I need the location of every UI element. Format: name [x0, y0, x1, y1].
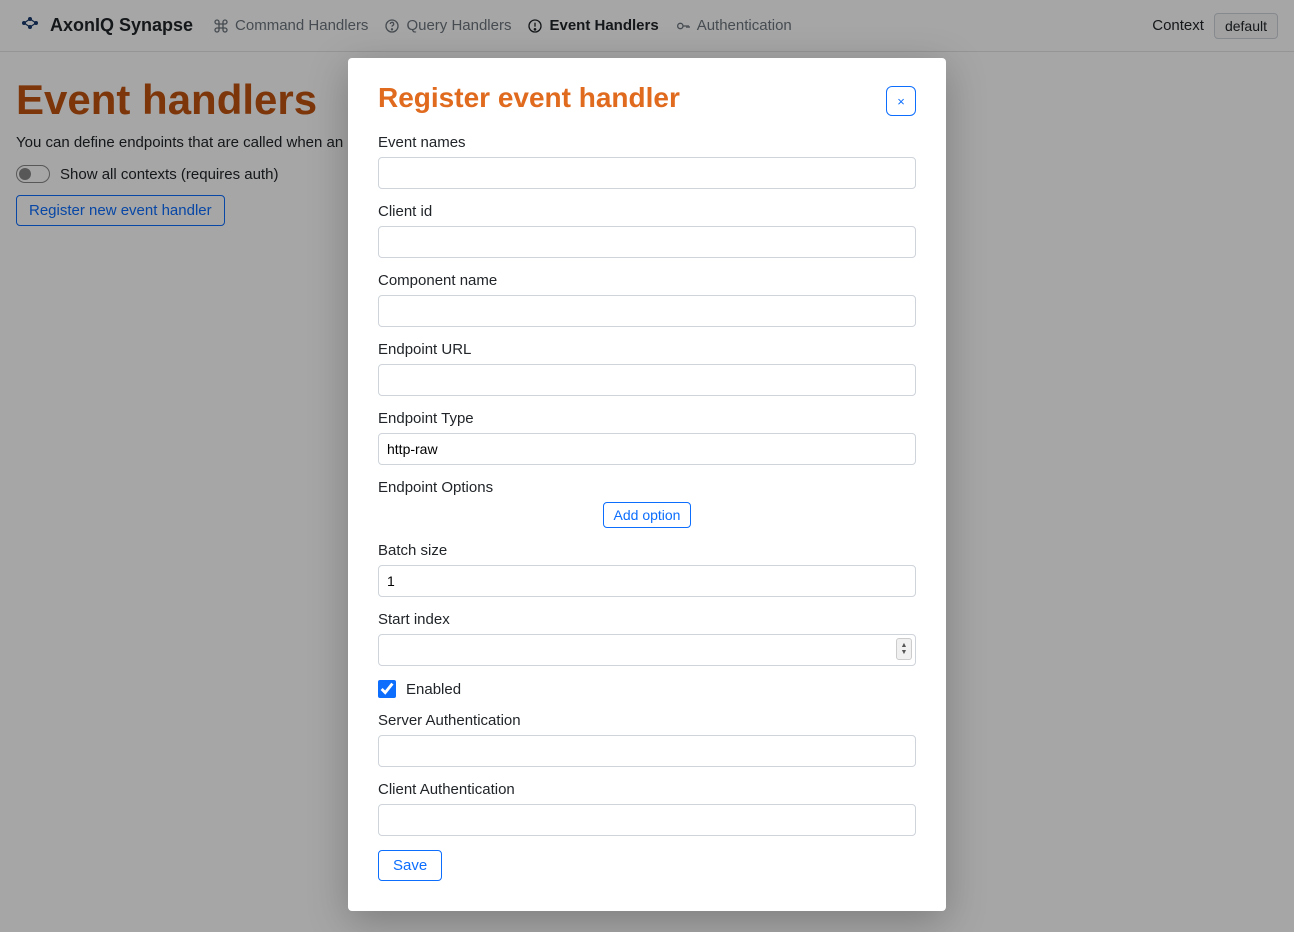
event-names-label: Event names [378, 134, 916, 151]
endpoint-options-label: Endpoint Options [378, 479, 916, 496]
modal-close-button[interactable]: × [886, 86, 916, 116]
client-auth-label: Client Authentication [378, 781, 916, 798]
component-name-input[interactable] [378, 295, 916, 327]
event-names-input[interactable] [378, 157, 916, 189]
component-name-label: Component name [378, 272, 916, 289]
register-event-handler-modal: Register event handler × Event names Cli… [348, 58, 946, 911]
client-id-input[interactable] [378, 226, 916, 258]
endpoint-type-input[interactable] [378, 433, 916, 465]
add-option-button[interactable]: Add option [603, 502, 692, 528]
batch-size-label: Batch size [378, 542, 916, 559]
modal-title: Register event handler [378, 82, 680, 114]
start-index-label: Start index [378, 611, 916, 628]
save-button[interactable]: Save [378, 850, 442, 881]
enabled-label: Enabled [406, 681, 461, 698]
server-auth-input[interactable] [378, 735, 916, 767]
client-auth-input[interactable] [378, 804, 916, 836]
batch-size-input[interactable] [378, 565, 916, 597]
endpoint-url-input[interactable] [378, 364, 916, 396]
server-auth-label: Server Authentication [378, 712, 916, 729]
client-id-label: Client id [378, 203, 916, 220]
endpoint-type-label: Endpoint Type [378, 410, 916, 427]
start-index-input[interactable] [378, 634, 916, 666]
endpoint-url-label: Endpoint URL [378, 341, 916, 358]
modal-overlay: Register event handler × Event names Cli… [0, 0, 1294, 932]
enabled-checkbox[interactable] [378, 680, 396, 698]
